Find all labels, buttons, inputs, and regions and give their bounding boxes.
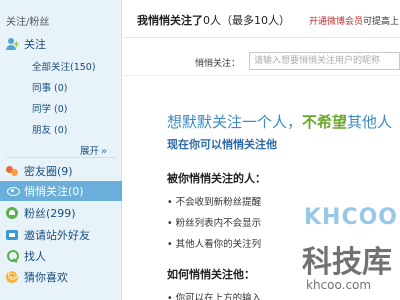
find-people-icon <box>6 249 20 263</box>
section-title-effects: 被你悄悄关注的人： <box>167 172 266 185</box>
watermark-logo: KHCOO 科技库 khcoo.com <box>282 205 400 300</box>
sidebar-item-label: 找人 <box>24 250 46 263</box>
list-item: • 其他人看你的关注列 <box>167 239 262 250</box>
sidebar-item-invite[interactable]: 邀请站外好友 <box>0 225 122 245</box>
divider <box>6 157 116 158</box>
list-item: • 粉丝列表内不会显示 <box>167 218 262 229</box>
page-title: 我悄悄关注了0人（最多10人） <box>137 12 290 28</box>
sidebar-item-label: 悄悄关注(0) <box>24 185 84 198</box>
expand-label: 展开 <box>80 146 100 157</box>
page-header: 我悄悄关注了0人（最多10人） 开通微博会员可提高上 <box>123 0 400 38</box>
watermark-mark: KHCOO <box>304 205 399 230</box>
secret-follow-input[interactable] <box>249 52 400 70</box>
follow-count: 0人 <box>203 14 221 27</box>
group-classmates[interactable]: 同学 (0) <box>32 101 67 115</box>
sidebar-item-find-people[interactable]: 找人 <box>0 246 122 266</box>
group-colleagues[interactable]: 同事 (0) <box>32 80 67 94</box>
headline-emphasis: 不希望 <box>302 113 348 131</box>
guess-like-icon <box>6 269 20 284</box>
fans-icon <box>6 206 20 220</box>
sidebar-item-fans[interactable]: 粉丝(299) <box>0 203 122 223</box>
sidebar-item-close-friends[interactable]: 密友圈(9) <box>0 161 122 181</box>
sidebar-item-label: 密友圈(9) <box>24 165 73 178</box>
expand-groups-link[interactable]: 展开» <box>80 143 107 157</box>
watermark-brand: 科技库 <box>302 245 392 280</box>
intro-subheadline: 现在你可以悄悄关注他 <box>167 138 277 151</box>
intro-headline: 想默默关注一个人，不希望其他人 <box>167 111 392 132</box>
close-friends-icon <box>6 164 20 178</box>
secret-follow-form: 悄悄关注： <box>123 48 400 76</box>
sidebar-item-label: 猜你喜欢 <box>24 271 68 284</box>
vip-link[interactable]: 开通微博会员 <box>309 17 363 27</box>
section-title-how-to: 如何悄悄关注他： <box>167 268 255 281</box>
vip-promo: 开通微博会员可提高上 <box>309 14 399 27</box>
follow-icon: + <box>6 37 20 51</box>
list-item: • 你可以在上方的输入 <box>167 293 262 300</box>
sidebar-item-secret-follow[interactable]: 悄悄关注(0) <box>0 181 122 201</box>
group-friends[interactable]: 朋友 (0) <box>32 122 67 136</box>
vip-promo-text: 可提高上 <box>363 17 400 27</box>
sidebar-item-follow[interactable]: + 关注 <box>0 34 122 54</box>
headline-part: 想默默关注一个人， <box>167 113 303 131</box>
sidebar: 关注/粉丝 + 关注 全部关注(150) 同事 (0) 同学 (0) 朋友 (0… <box>0 0 122 300</box>
secret-follow-label: 悄悄关注： <box>195 59 241 69</box>
title-prefix: 我悄悄关注了 <box>137 14 203 27</box>
double-chevron-right-icon: » <box>101 146 108 157</box>
invite-icon <box>6 228 20 242</box>
list-item: • 不会收到新粉丝提醒 <box>167 197 262 208</box>
sidebar-item-label: 关注 <box>24 38 46 51</box>
eye-icon <box>6 184 20 198</box>
sidebar-item-label: 邀请站外好友 <box>24 229 90 242</box>
sidebar-item-guess-like[interactable]: 猜你喜欢 <box>0 267 122 287</box>
watermark-url: khcoo.com <box>306 278 372 292</box>
sidebar-header: 关注/粉丝 <box>6 17 50 28</box>
follow-limit: （最多10人） <box>221 14 290 27</box>
group-all-follow[interactable]: 全部关注(150) <box>32 59 96 73</box>
sidebar-item-label: 粉丝(299) <box>24 207 76 220</box>
headline-part: 其他人 <box>347 113 393 131</box>
